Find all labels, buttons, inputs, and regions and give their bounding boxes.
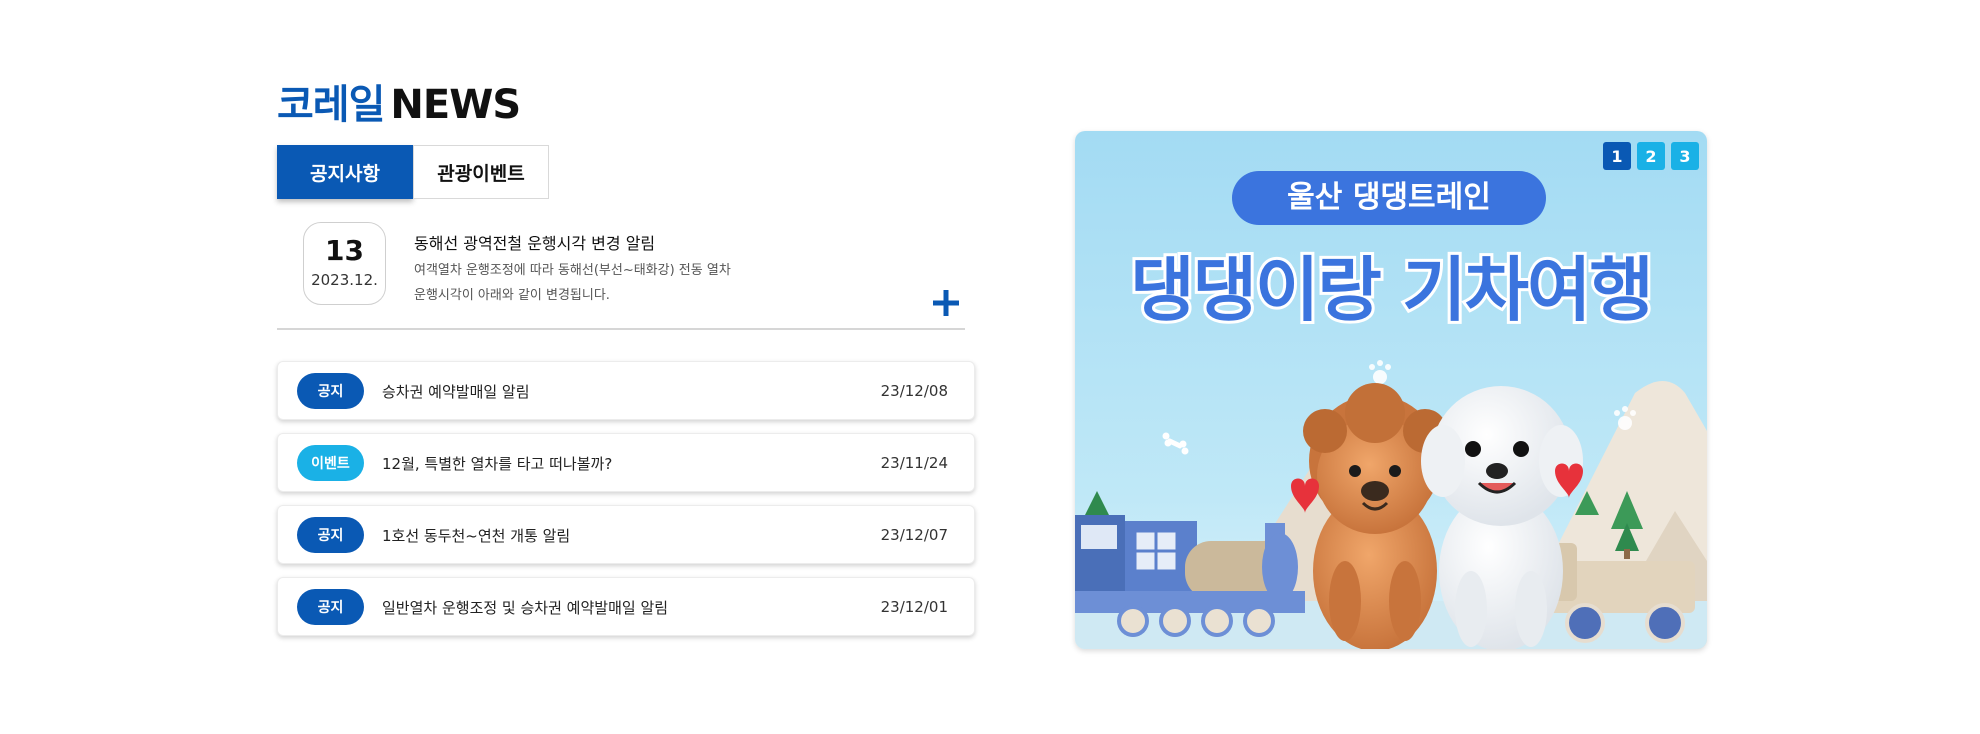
brand-text: 코레일: [277, 82, 385, 128]
list-item-date: 23/12/01: [880, 598, 948, 616]
date-day: 13: [325, 234, 364, 267]
list-item-title[interactable]: 일반열차 운행조정 및 승차권 예약발매일 알림: [382, 597, 668, 618]
pager-button-1[interactable]: 1: [1603, 142, 1631, 170]
banner-pager: 1 2 3: [1603, 142, 1699, 170]
date-year-month: 2023.12.: [311, 271, 378, 289]
list-item-title[interactable]: 12월, 특별한 열차를 타고 떠나볼까?: [382, 453, 612, 474]
category-badge: 이벤트: [297, 445, 364, 481]
list-item[interactable]: 공지 일반열차 운행조정 및 승차권 예약발매일 알림 23/12/01: [277, 577, 975, 636]
news-text: NEWS: [390, 82, 521, 128]
featured-description: 여객열차 운행조정에 따라 동해선(부선~태화강) 전동 열차 운행시각이 아래…: [414, 258, 774, 308]
featured-description-line: 여객열차 운행조정에 따라 동해선(부선~태화강) 전동 열차: [414, 263, 731, 278]
news-list: 공지 승차권 예약발매일 알림 23/12/08 이벤트 12월, 특별한 열차…: [277, 361, 975, 649]
featured-description-line: 운행시각이 아래와 같이 변경됩니다.: [414, 288, 610, 303]
list-item-title[interactable]: 승차권 예약발매일 알림: [382, 381, 530, 402]
banner-subtitle: 울산 댕댕트레인: [1287, 180, 1491, 215]
list-item[interactable]: 공지 1호선 동두천~연천 개통 알림 23/12/07: [277, 505, 975, 564]
featured-title[interactable]: 동해선 광역전철 운행시각 변경 알림: [414, 230, 655, 254]
banner-title: 댕댕이랑 기차여행: [1130, 249, 1652, 331]
plus-icon[interactable]: [931, 288, 961, 318]
list-item-date: 23/12/07: [880, 526, 948, 544]
pager-button-3[interactable]: 3: [1671, 142, 1699, 170]
list-item-date: 23/12/08: [880, 382, 948, 400]
list-item-date: 23/11/24: [880, 454, 948, 472]
korail-news-section: 코레일 NEWS 공지사항 관광이벤트 13 2023.12. 동해선 광역전철 …: [0, 0, 1980, 734]
tab-tour-events[interactable]: 관광이벤트: [413, 145, 549, 199]
list-item-title[interactable]: 1호선 동두천~연천 개통 알림: [382, 525, 570, 546]
promo-banner[interactable]: 울산 댕댕트레인 댕댕이랑 기차여행: [1075, 131, 1707, 649]
list-item[interactable]: 공지 승차권 예약발매일 알림 23/12/08: [277, 361, 975, 420]
category-badge: 공지: [297, 517, 364, 553]
tab-notices[interactable]: 공지사항: [277, 145, 413, 199]
pager-button-2[interactable]: 2: [1637, 142, 1665, 170]
list-item[interactable]: 이벤트 12월, 특별한 열차를 타고 떠나볼까? 23/11/24: [277, 433, 975, 492]
category-badge: 공지: [297, 589, 364, 625]
featured-notice[interactable]: 13 2023.12. 동해선 광역전철 운행시각 변경 알림 여객열차 운행조…: [277, 220, 965, 330]
category-badge: 공지: [297, 373, 364, 409]
tab-bar: 공지사항 관광이벤트: [277, 145, 549, 199]
date-box: 13 2023.12.: [303, 222, 386, 305]
section-title: 코레일 NEWS: [277, 72, 521, 130]
